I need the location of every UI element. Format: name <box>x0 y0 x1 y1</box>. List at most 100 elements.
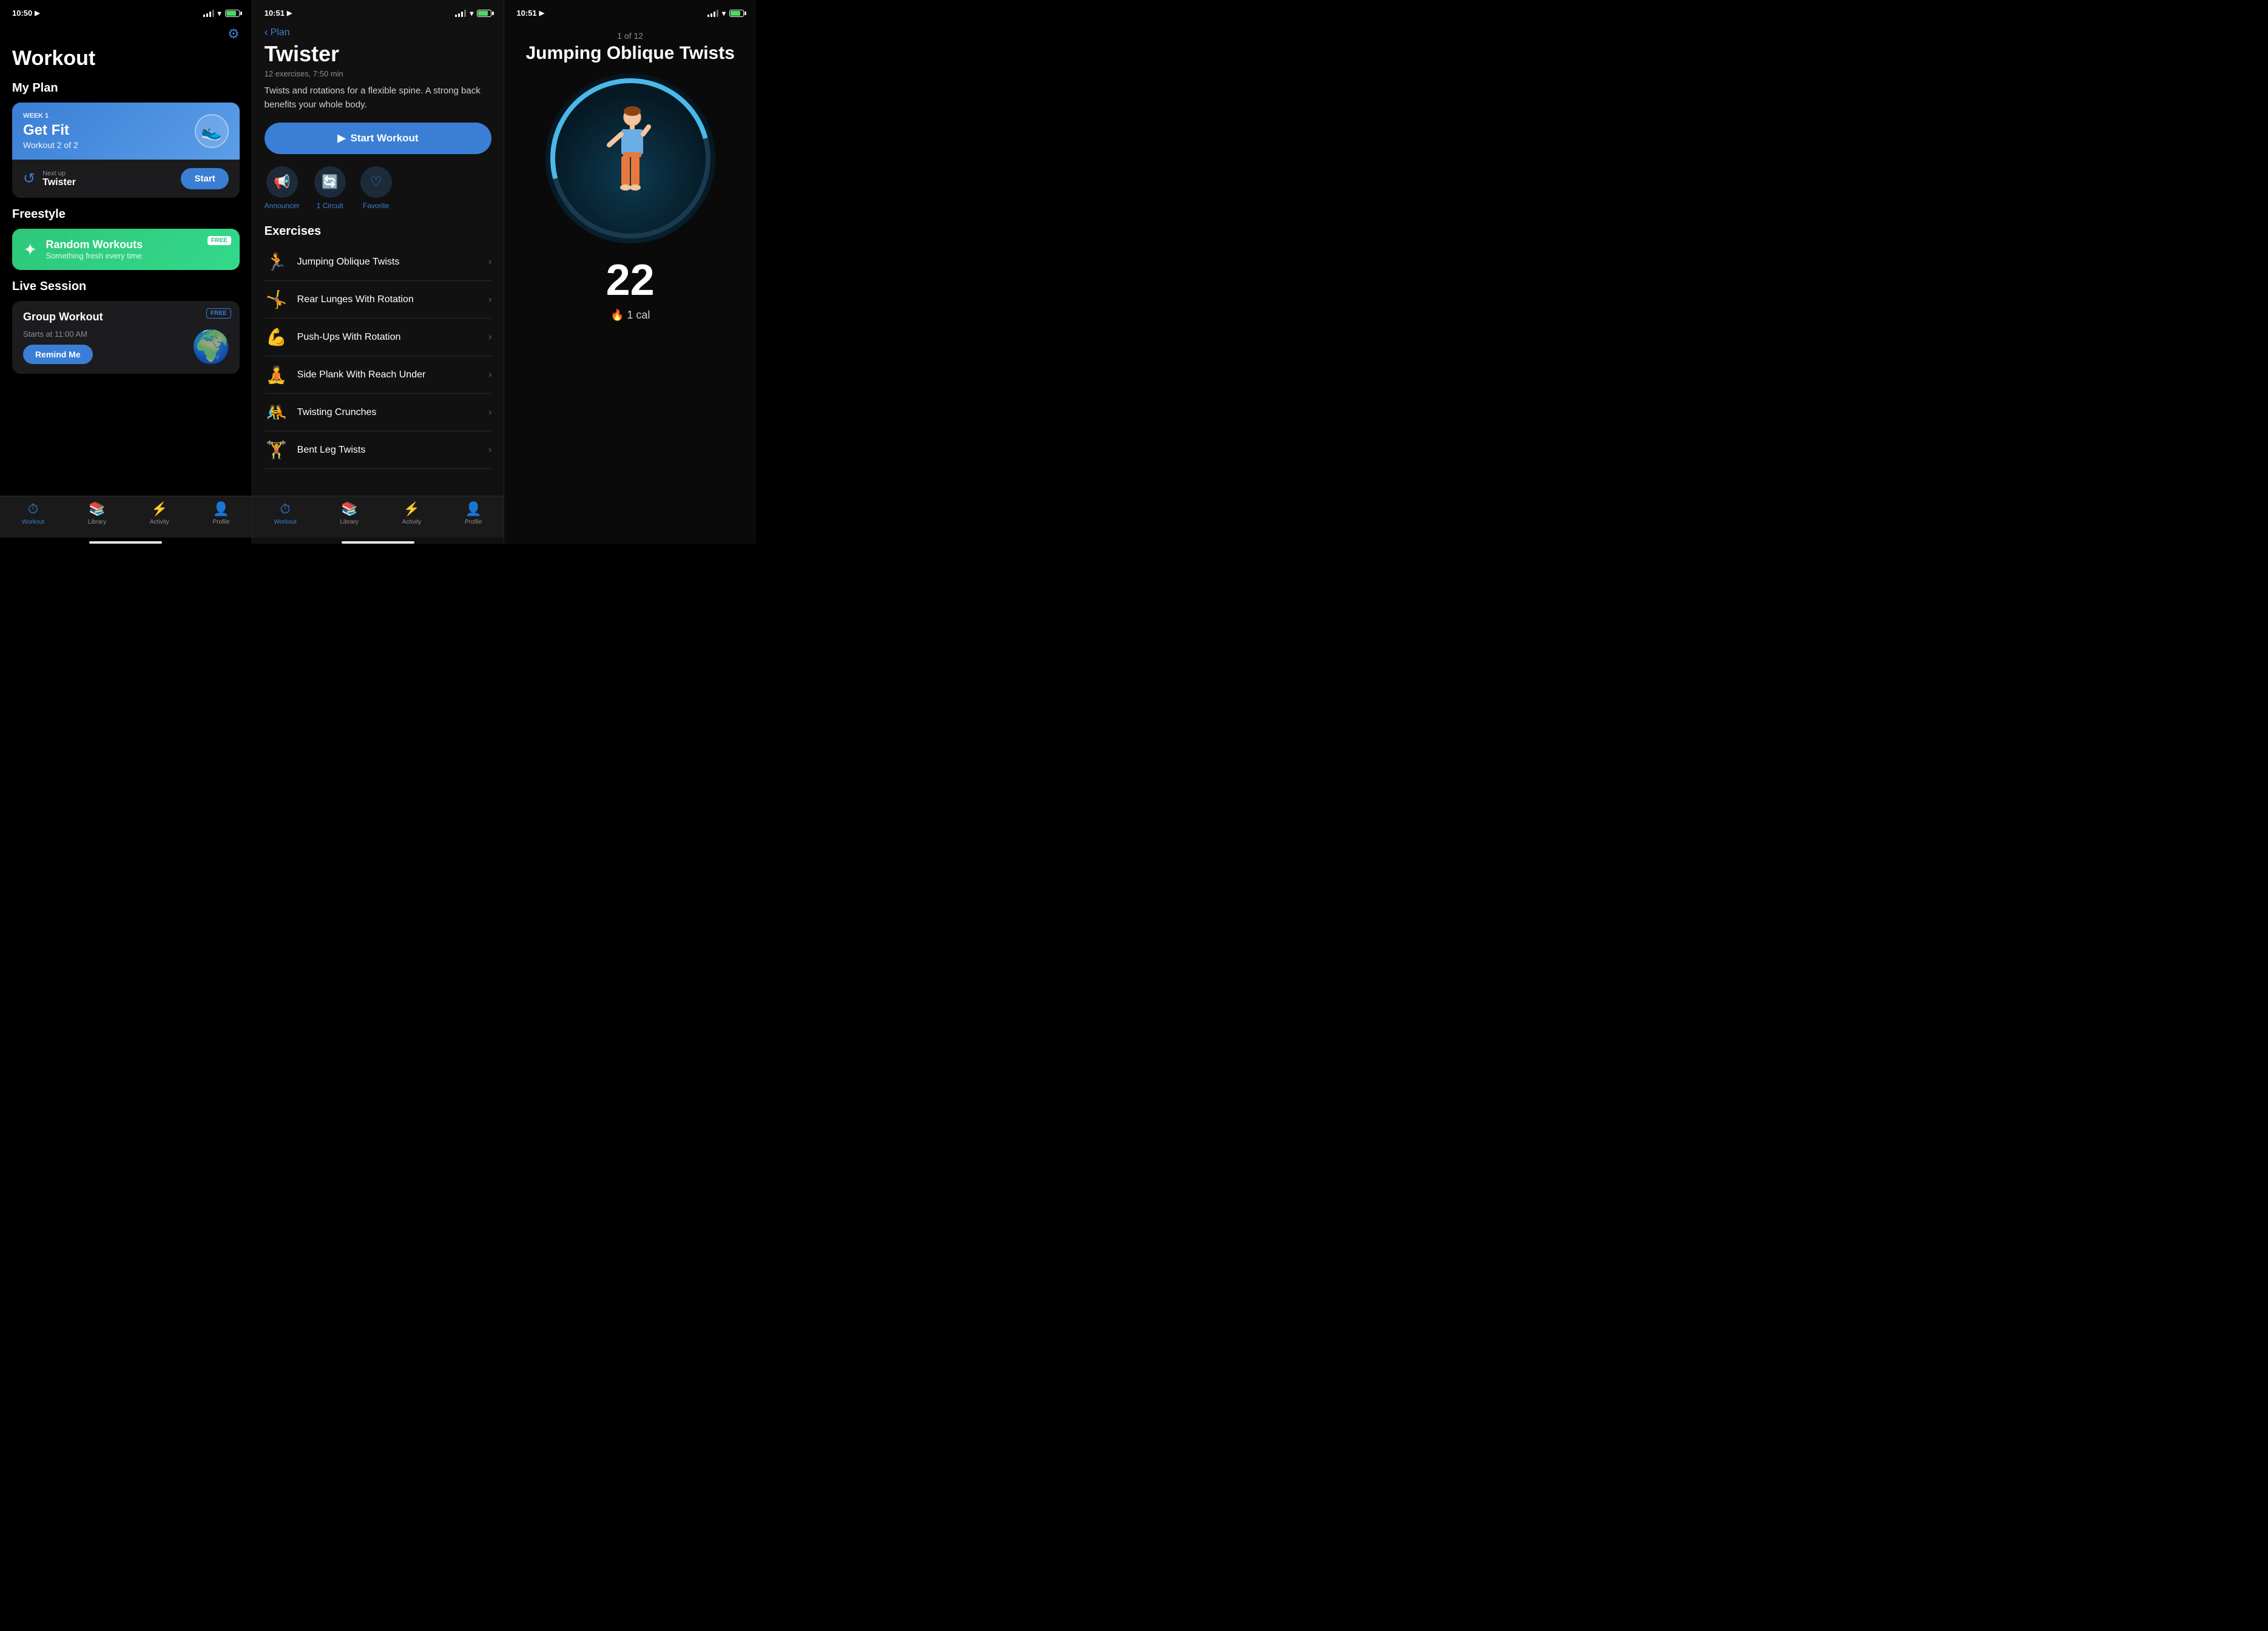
exercise-big-title: Jumping Oblique Twists <box>525 43 734 64</box>
library-tab-label: Library <box>88 519 107 525</box>
circuit-icon: 🔄 <box>322 174 338 190</box>
twister-meta: 12 exercises, 7:50 min <box>265 69 492 78</box>
tab-workout-1[interactable]: ⏱ Workout <box>22 501 44 525</box>
favorite-icon-circle: ♡ <box>360 166 392 198</box>
exercise-item-1[interactable]: 🏃 Jumping Oblique Twists › <box>265 243 492 281</box>
freestyle-label: Freestyle <box>12 208 240 221</box>
time-3: 10:51 <box>516 8 536 18</box>
exercise-item-3[interactable]: 💪 Push-Ups With Rotation › <box>265 319 492 356</box>
location-icon-1: ▶ <box>35 9 39 17</box>
next-up-name: Twister <box>42 177 76 188</box>
location-icon-2: ▶ <box>287 9 292 17</box>
exercise-list: 🏃 Jumping Oblique Twists › 🤸 Rear Lunges… <box>265 243 492 469</box>
signal-1 <box>203 10 214 17</box>
live-session-label: Live Session <box>12 280 240 294</box>
tab-profile-2[interactable]: 👤 Profile <box>465 501 482 525</box>
exercise-item-4[interactable]: 🧘 Side Plank With Reach Under › <box>265 356 492 394</box>
workout-tab-icon: ⏱ <box>28 501 38 517</box>
freestyle-title: Random Workouts <box>46 238 143 251</box>
chevron-icon-2: › <box>488 294 491 305</box>
signal-2 <box>455 10 466 17</box>
exercises-label: Exercises <box>265 225 492 238</box>
circuit-button[interactable]: 🔄 1 Circuit <box>314 166 346 210</box>
plan-card-top: WEEK 1 Get Fit Workout 2 of 2 👟 <box>12 103 240 160</box>
chevron-icon-3: › <box>488 332 491 343</box>
circuit-label: 1 Circuit <box>317 201 343 210</box>
tab-workout-2[interactable]: ⏱ Workout <box>274 501 297 525</box>
exercise-figure-svg <box>597 104 664 213</box>
wifi-icon-3: ▾ <box>722 9 726 18</box>
panel1-scroll: Workout My Plan WEEK 1 Get Fit Workout 2… <box>0 44 252 496</box>
twister-title: Twister <box>265 41 492 67</box>
wifi-icon-1: ▾ <box>218 9 221 18</box>
tab-library-2[interactable]: 📚 Library <box>340 501 359 525</box>
panel1-header: ⚙ <box>0 21 252 44</box>
back-link[interactable]: ‹ Plan <box>252 21 504 41</box>
tab-profile-1[interactable]: 👤 Profile <box>212 501 229 525</box>
profile-tab-icon: 👤 <box>213 501 229 517</box>
tab-bar-1: ⏱ Workout 📚 Library ⚡ Activity 👤 Profile <box>0 496 252 538</box>
live-title: Group Workout <box>23 311 229 323</box>
start-button[interactable]: Start <box>181 168 228 189</box>
back-label: Plan <box>271 27 290 38</box>
exercise-figure-6: 🏋 <box>265 440 289 460</box>
exercise-counter: 1 of 12 <box>617 31 643 41</box>
random-icon: ✦ <box>23 240 37 260</box>
my-plan-label: My Plan <box>12 81 240 95</box>
library-tab-icon: 📚 <box>89 501 105 517</box>
plan-sub: Workout 2 of 2 <box>23 140 78 150</box>
announcer-button[interactable]: 📢 Announcer <box>265 166 300 210</box>
favorite-label: Favorite <box>363 201 389 210</box>
freestyle-card[interactable]: FREE ✦ Random Workouts Something fresh e… <box>12 229 240 270</box>
time-1: 10:50 <box>12 8 32 18</box>
chevron-icon-6: › <box>488 445 491 456</box>
location-icon-3: ▶ <box>539 9 544 17</box>
tab-library-1[interactable]: 📚 Library <box>88 501 107 525</box>
exercise-item-5[interactable]: 🤼 Twisting Crunches › <box>265 394 492 431</box>
exercise-name-3: Push-Ups With Rotation <box>297 332 480 343</box>
exercise-item-6[interactable]: 🏋 Bent Leg Twists › <box>265 431 492 469</box>
exercise-name-6: Bent Leg Twists <box>297 445 480 456</box>
favorite-button[interactable]: ♡ Favorite <box>360 166 392 210</box>
exercise-figure-4: 🧘 <box>265 365 289 385</box>
battery-icon-3 <box>729 10 744 17</box>
exercise-name-4: Side Plank With Reach Under <box>297 370 480 380</box>
activity-tab-icon-2: ⚡ <box>403 501 420 517</box>
settings-gear-icon[interactable]: ⚙ <box>228 26 240 42</box>
start-workout-label: Start Workout <box>351 132 419 144</box>
back-chevron-icon: ‹ <box>265 26 268 39</box>
chevron-icon-5: › <box>488 407 491 418</box>
shoe-icon: 👟 <box>195 114 229 148</box>
activity-tab-label-2: Activity <box>402 519 422 525</box>
plan-card[interactable]: WEEK 1 Get Fit Workout 2 of 2 👟 ↺ Next u… <box>12 103 240 198</box>
workout-options: 📢 Announcer 🔄 1 Circuit ♡ Favorite <box>265 166 492 210</box>
exercise-figure-5: 🤼 <box>265 402 289 422</box>
freestyle-sub: Something fresh every time <box>46 251 143 260</box>
panel-twister: 10:51 ▶ ▾ ‹ Plan Twister 12 exercises, 7… <box>252 0 504 544</box>
remind-me-button[interactable]: Remind Me <box>23 345 93 364</box>
cal-info: 🔥 1 cal <box>610 309 650 322</box>
exercise-name-1: Jumping Oblique Twists <box>297 257 480 268</box>
panel3-top: 1 of 12 Jumping Oblique Twists <box>504 21 756 322</box>
page-title: Workout <box>12 47 240 70</box>
workout-tab-label-2: Workout <box>274 519 297 525</box>
profile-tab-icon-2: 👤 <box>465 501 482 517</box>
chevron-icon-4: › <box>488 370 491 380</box>
globe-icon: 🌍 <box>192 328 231 365</box>
exercise-circle <box>545 73 715 243</box>
plan-card-bottom: ↺ Next up Twister Start <box>12 160 240 198</box>
next-up-label: Next up <box>42 170 76 177</box>
battery-icon-1 <box>225 10 240 17</box>
time-2: 10:51 <box>265 8 285 18</box>
home-indicator-1 <box>89 541 162 544</box>
profile-tab-label: Profile <box>212 519 229 525</box>
exercise-item-2[interactable]: 🤸 Rear Lunges With Rotation › <box>265 281 492 319</box>
tab-activity-2[interactable]: ⚡ Activity <box>402 501 422 525</box>
workout-tab-label: Workout <box>22 519 44 525</box>
tab-activity-1[interactable]: ⚡ Activity <box>150 501 169 525</box>
profile-tab-label-2: Profile <box>465 519 482 525</box>
home-indicator-2 <box>342 541 414 544</box>
activity-tab-icon: ⚡ <box>151 501 167 517</box>
favorite-icon: ♡ <box>370 174 382 190</box>
start-workout-button[interactable]: ▶ Start Workout <box>265 123 492 154</box>
